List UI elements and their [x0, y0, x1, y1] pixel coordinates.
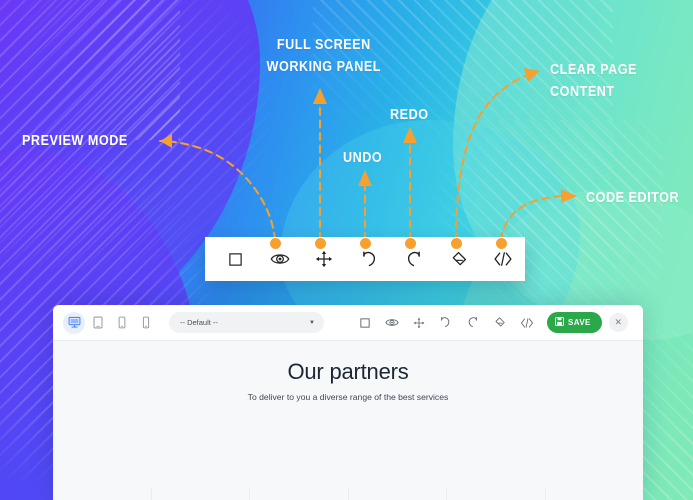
page-subtitle: To deliver to you a diverse range of the… [247, 392, 449, 402]
save-button[interactable]: SAVE [547, 312, 602, 333]
arrow-undo-head [358, 170, 372, 186]
close-icon[interactable]: ✕ [608, 313, 628, 332]
editor-toolbar: -- Default -- ▼ SAVE ✕ [53, 305, 643, 341]
viewport-preset-select[interactable]: -- Default -- ▼ [169, 312, 324, 333]
heineken-logo: ★ leineken [53, 487, 151, 500]
arrow-fullscreen-head [313, 88, 327, 104]
arrow-code-head [561, 189, 577, 203]
partner-logo-row: ★ leineken typecast shopify [53, 487, 643, 500]
label-redo-text: REDO [390, 107, 429, 123]
phone-landscape-icon[interactable] [111, 312, 133, 334]
code-icon[interactable] [513, 310, 540, 336]
milka-logo: Milka [544, 487, 644, 500]
label-full-screen-working-panel: FULL SCREEN WORKING PANEL [267, 34, 381, 79]
browser-window: -- Default -- ▼ SAVE ✕ Our partners To d… [53, 305, 643, 500]
connector-dot-undo [360, 238, 371, 249]
label-code-editor-text: CODE EDITOR [586, 190, 680, 206]
dropbox-logo: Dropbox [347, 487, 447, 500]
connector-dot-code [496, 238, 507, 249]
arrow-code-path [499, 194, 562, 242]
label-undo: UNDO [343, 147, 382, 169]
label-full-screen-line2: WORKING PANEL [266, 59, 382, 76]
page-title: Our partners [287, 359, 409, 384]
arrow-preview-head [160, 134, 172, 148]
label-clear-page-line1: CLEAR PAGE [550, 62, 637, 78]
label-code-editor: CODE EDITOR [586, 187, 679, 209]
label-preview-mode: PREVIEW MODE [22, 130, 128, 152]
arrow-clear-path [454, 74, 527, 242]
label-undo-text: UNDO [343, 150, 383, 166]
viewport-preset-value: -- Default -- [180, 318, 218, 327]
arrow-clear-head [524, 68, 540, 82]
desktop-icon[interactable] [63, 311, 85, 334]
eraser-icon[interactable] [486, 310, 513, 336]
square-icon[interactable] [351, 310, 378, 336]
arrow-redo-head [403, 127, 417, 143]
connector-dot-fullscreen [315, 238, 326, 249]
connector-dot-preview [270, 238, 281, 249]
connector-dot-clear [451, 238, 462, 249]
bootstrap-logo: Bootstrap [446, 487, 545, 500]
shopify-logo: shopify [249, 487, 348, 500]
save-button-label: SAVE [568, 318, 591, 327]
connector-dot-redo [405, 238, 416, 249]
page-canvas: Our partners To deliver to you a diverse… [53, 359, 643, 500]
label-clear-page-content: CLEAR PAGE CONTENT [550, 59, 637, 104]
floppy-disk-icon [555, 317, 564, 328]
label-clear-page-line2: CONTENT [550, 84, 615, 101]
tablet-icon[interactable] [87, 312, 109, 334]
label-redo: REDO [390, 104, 429, 126]
arrow-preview-path [158, 139, 277, 242]
redo-icon[interactable] [459, 310, 486, 336]
move-icon[interactable] [405, 310, 432, 336]
square-icon[interactable] [213, 237, 258, 281]
chevron-down-icon: ▼ [309, 319, 315, 326]
typecast-logo: typecast [150, 487, 250, 500]
eye-icon[interactable] [378, 310, 405, 336]
label-preview-mode-text: PREVIEW MODE [22, 133, 128, 149]
label-full-screen-line1: FULL SCREEN [276, 37, 371, 53]
phone-icon[interactable] [135, 312, 157, 334]
undo-icon[interactable] [432, 310, 459, 336]
close-icon-glyph: ✕ [614, 317, 623, 327]
editor-tool-group: SAVE ✕ [351, 310, 628, 336]
